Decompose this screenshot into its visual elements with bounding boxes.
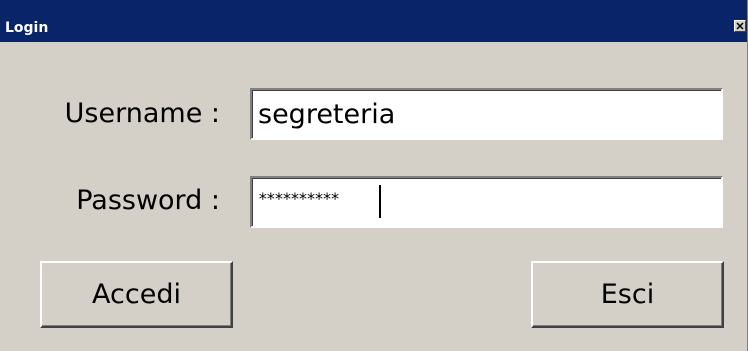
close-x-icon bbox=[736, 22, 744, 30]
login-button[interactable]: Accedi bbox=[40, 261, 233, 328]
password-input[interactable]: ********** bbox=[250, 176, 723, 228]
username-input[interactable] bbox=[250, 88, 723, 140]
text-caret bbox=[379, 185, 381, 218]
username-label: Username : bbox=[64, 98, 220, 129]
password-masked-value: ********** bbox=[258, 189, 340, 208]
password-label: Password : bbox=[76, 185, 220, 216]
title-bar[interactable]: Login bbox=[0, 0, 747, 42]
exit-button[interactable]: Esci bbox=[531, 261, 724, 328]
login-dialog: Login Username : Password : ********** A… bbox=[0, 0, 748, 351]
window-title: Login bbox=[5, 20, 49, 36]
close-button[interactable] bbox=[734, 20, 746, 32]
